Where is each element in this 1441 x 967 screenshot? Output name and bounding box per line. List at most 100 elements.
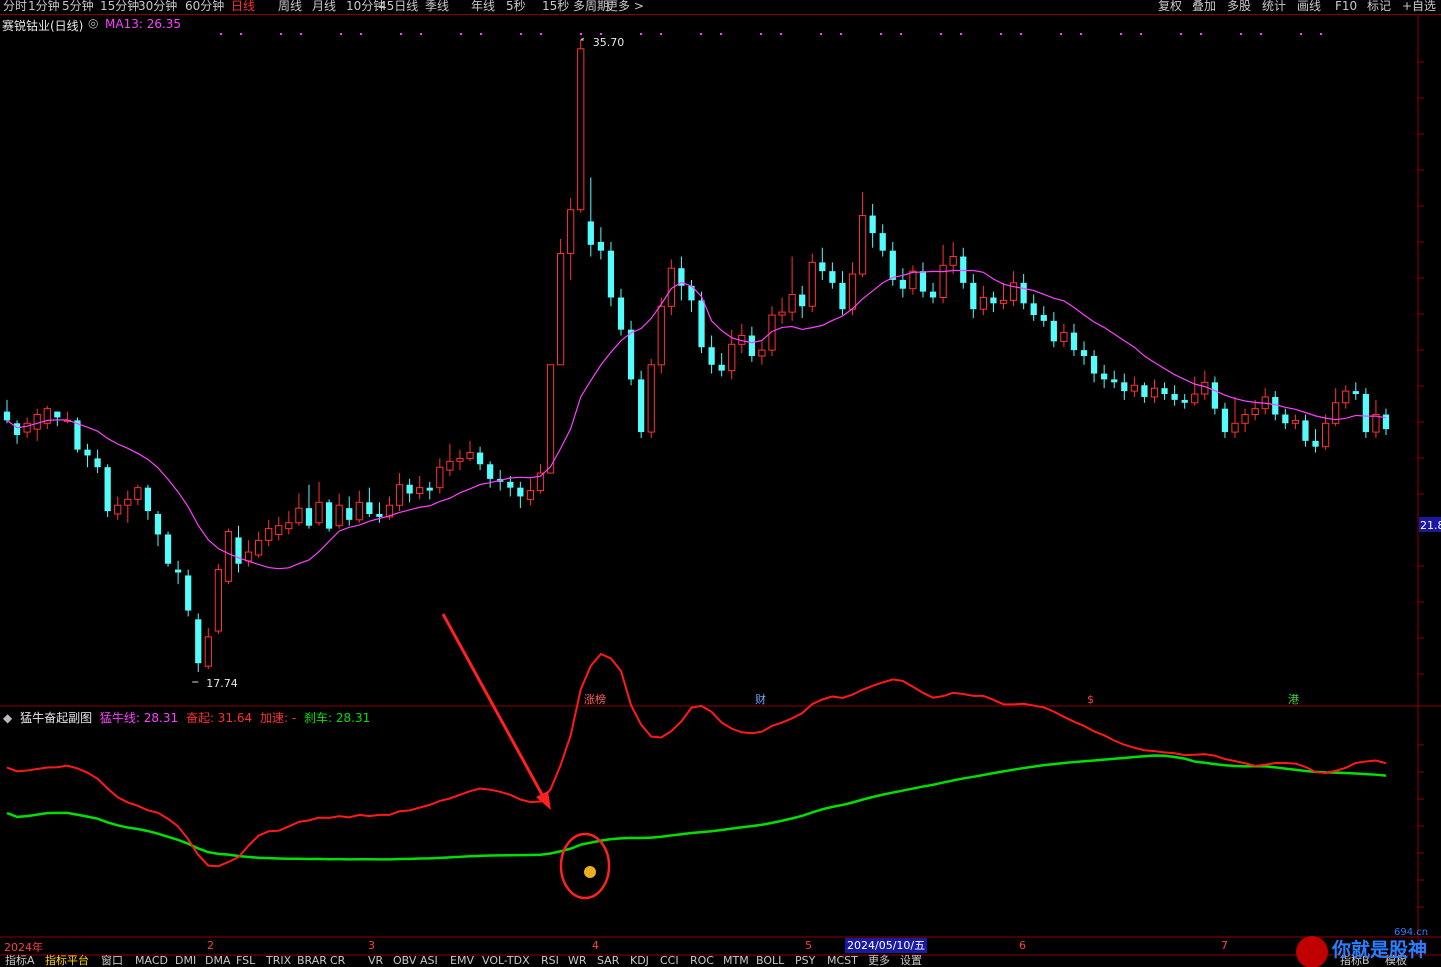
candle-body — [939, 264, 947, 298]
indicator-tab[interactable]: RSI — [541, 955, 559, 967]
indicator-tab[interactable]: MCST — [827, 955, 858, 967]
candle-body — [748, 335, 755, 356]
candle-body — [929, 291, 937, 298]
indicator-tab[interactable]: BRAR — [297, 955, 327, 967]
candle-body — [1181, 399, 1188, 403]
candle-body — [1009, 282, 1018, 301]
candle-body — [1060, 332, 1068, 342]
indicator-tab[interactable]: TRIX — [266, 955, 291, 967]
date-label: 3 — [368, 939, 375, 952]
candle-body — [416, 487, 424, 495]
indicator-tab[interactable]: DMI — [175, 955, 196, 967]
candle-body — [114, 504, 122, 515]
candle-body — [1251, 408, 1259, 416]
candle-body — [889, 250, 896, 280]
candle-body — [355, 501, 363, 521]
watermark-logo: 你就是股神 694.cn — [1296, 927, 1428, 967]
ind-green-line — [6, 754, 1387, 861]
indicator-tab[interactable]: 设置 — [900, 955, 922, 967]
candle-body — [819, 262, 826, 272]
candle-body — [970, 282, 977, 310]
candle-body — [426, 487, 433, 491]
event-label: 港 — [1288, 693, 1299, 706]
indicator-tab[interactable]: CR — [330, 955, 345, 967]
candle-body — [607, 250, 615, 298]
indicator-tab[interactable]: 更多 — [868, 955, 890, 967]
candle-body — [33, 414, 41, 430]
stock-chart: 21.8 35.70 17.74 涨榜 财 $ 港 — [0, 15, 1441, 956]
candle-body — [1191, 393, 1199, 404]
indicator-tab[interactable]: SAR — [597, 955, 619, 967]
event-dot — [780, 33, 782, 35]
indicator-line1: 猛牛线: 28.31 — [99, 711, 179, 725]
candle-body — [366, 502, 373, 514]
candle-body — [164, 534, 172, 564]
indicator-tab[interactable]: ROC — [690, 955, 714, 967]
ma13-line — [6, 269, 1387, 570]
candle-body — [919, 271, 927, 292]
candle-body — [909, 270, 917, 290]
indicator-tab[interactable]: KDJ — [630, 955, 649, 967]
event-dot — [720, 33, 722, 35]
event-dot — [1120, 33, 1122, 35]
event-dot — [460, 33, 462, 35]
event-dot — [660, 33, 662, 35]
candle-body — [1352, 391, 1359, 395]
indicator-tab[interactable]: ASI — [420, 955, 438, 967]
indicator-tab[interactable]: WR — [568, 955, 587, 967]
candle-body — [1171, 394, 1178, 400]
candle-body — [869, 215, 876, 234]
candle-body — [990, 297, 997, 304]
collapse-icon[interactable]: ◆ — [3, 711, 12, 725]
indicator-tab[interactable]: VOL-TDX — [482, 955, 530, 967]
candle-body — [1130, 384, 1138, 392]
event-dot — [1320, 33, 1322, 35]
settings-icon[interactable]: ◎ — [88, 16, 98, 30]
indicator-tab[interactable]: 指标平台 — [45, 955, 89, 967]
indicator-tab[interactable]: FSL — [236, 955, 255, 967]
price-label: 21.8 — [1420, 519, 1441, 532]
indicator-tab[interactable]: BOLL — [756, 955, 784, 967]
candle-body — [376, 514, 383, 517]
candle-body — [1161, 388, 1168, 395]
indicator-tab[interactable]: 窗口 — [101, 955, 123, 967]
candle-body — [1342, 390, 1350, 404]
candle-body — [517, 487, 524, 497]
indicator-tab[interactable]: CCI — [660, 955, 679, 967]
indicator-tab[interactable]: OBV — [393, 955, 416, 967]
event-label: $ — [1087, 693, 1094, 706]
indicator-tab[interactable]: DMA — [205, 955, 231, 967]
event-dot — [280, 33, 282, 35]
candle-body — [899, 279, 906, 289]
indicator-tab[interactable]: MTM — [723, 955, 749, 967]
candle-body — [587, 221, 594, 245]
indicator-line2: 奋起: 31.64 — [185, 711, 253, 725]
candle-body — [960, 256, 967, 283]
indicator-tab[interactable]: PSY — [795, 955, 815, 967]
candle-body — [1150, 387, 1159, 398]
event-dot — [400, 33, 402, 35]
candle-body — [1291, 419, 1300, 424]
candle-body — [3, 411, 11, 421]
candle-body — [708, 347, 715, 365]
indicator-tab[interactable]: VR — [368, 955, 383, 967]
indicator-line3: 加速: - — [260, 711, 297, 725]
candle-body — [224, 531, 233, 582]
candle-body — [829, 271, 836, 283]
candle-body — [305, 508, 313, 526]
candle-body — [1241, 414, 1249, 424]
candle-body — [1282, 414, 1289, 424]
indicator-tab[interactable]: EMV — [450, 955, 474, 967]
candle-body — [638, 379, 645, 433]
candle-body — [13, 423, 21, 435]
candle-body — [124, 498, 132, 506]
indicator-tab[interactable]: MACD — [135, 955, 168, 967]
candle-body — [758, 349, 766, 357]
indicator-tab[interactable]: 指标A — [5, 955, 35, 967]
candle-body — [1111, 379, 1118, 383]
candle-body — [617, 297, 625, 330]
candle-body — [778, 311, 786, 316]
candle-body — [476, 452, 484, 465]
candle-body — [1312, 440, 1319, 447]
event-dot — [880, 33, 882, 35]
